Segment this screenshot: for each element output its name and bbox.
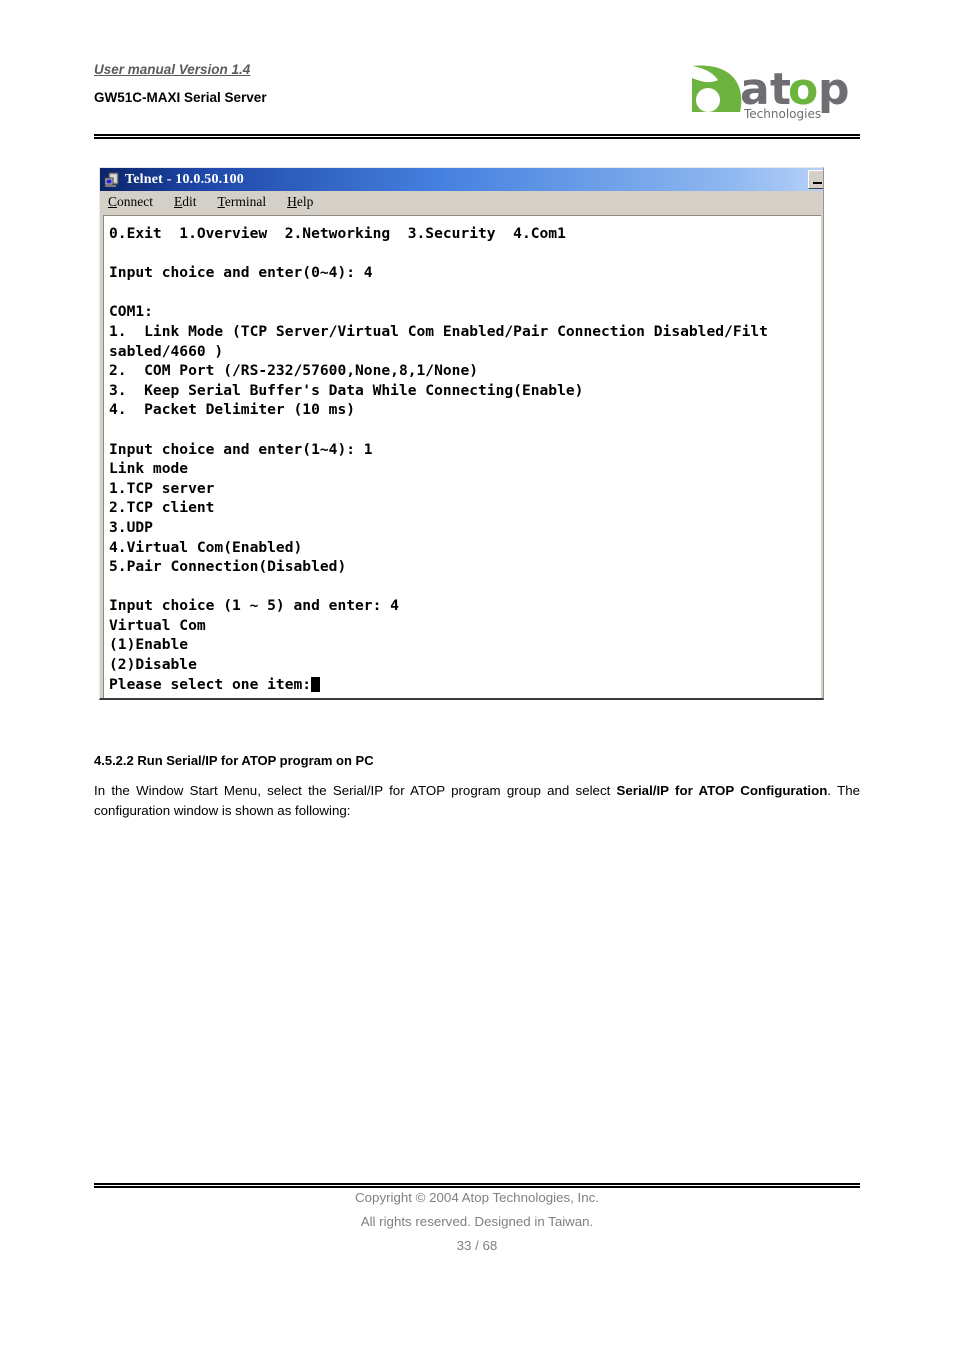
menu-accel-help: H <box>287 194 297 210</box>
terminal-line: 4. Packet Delimiter (10 ms) <box>109 401 356 419</box>
svg-text:p: p <box>818 64 850 115</box>
terminal-line: 2.TCP client <box>109 499 215 517</box>
page-footer: Copyright © 2004 Atop Technologies, Inc.… <box>94 1190 860 1253</box>
section-heading: 4.5.2.2 Run Serial/IP for ATOP program o… <box>94 753 374 768</box>
menu-label-connect: onnect <box>117 194 154 210</box>
terminal-line: COM1: <box>109 303 153 321</box>
terminal-line: 0.Exit 1.Overview 2.Networking 3.Securit… <box>109 225 566 242</box>
page-header: User manual Version 1.4 GW51C-MAXI Seria… <box>94 62 860 134</box>
text-cursor <box>311 676 321 692</box>
terminal-line: Input choice (1 ~ 5) and enter: 4 <box>109 597 399 615</box>
terminal-prompt-text: Please select one item: <box>109 675 312 693</box>
terminal-line: sabled/4660 ) <box>109 342 224 360</box>
terminal-line: 1.TCP server <box>109 479 215 497</box>
terminal-line: (1)Enable <box>109 636 189 654</box>
terminal-prompt-line: Please select one item: <box>109 675 821 695</box>
terminal-line: 4.Virtual Com(Enabled) <box>109 538 303 556</box>
document-page: User manual Version 1.4 GW51C-MAXI Seria… <box>0 0 954 1351</box>
terminal-line: Virtual Com <box>109 616 206 634</box>
terminal-line: 3.UDP <box>109 518 153 536</box>
telnet-title-text: Telnet - 10.0.50.100 <box>125 171 244 187</box>
window-controls[interactable] <box>808 170 823 189</box>
menu-item-help[interactable]: Help <box>287 195 313 209</box>
menu-item-edit[interactable]: Edit <box>174 195 197 209</box>
product-title: GW51C-MAXI Serial Server <box>94 90 267 105</box>
manual-version: User manual Version 1.4 <box>94 62 251 77</box>
terminal-outer: 0.Exit 1.Overview 2.Networking 3.Securit… <box>100 213 823 698</box>
telnet-menubar[interactable]: Connect Edit Terminal Help <box>100 191 823 213</box>
minimize-icon <box>813 182 822 184</box>
header-divider <box>94 134 860 139</box>
terminal-line: 1. Link Mode (TCP Server/Virtual Com Ena… <box>109 322 768 340</box>
terminal-line: Link mode <box>109 460 189 478</box>
terminal-screen[interactable]: 0.Exit 1.Overview 2.Networking 3.Securit… <box>103 215 821 698</box>
header-text-block: User manual Version 1.4 GW51C-MAXI Seria… <box>94 62 267 105</box>
terminal-line: Input choice and enter(0~4): 4 <box>109 264 373 282</box>
atop-logo: a t o p Technologies <box>688 58 860 124</box>
paragraph-bold-term: Serial/IP for ATOP Configuration <box>616 783 828 798</box>
menu-item-terminal[interactable]: Terminal <box>218 195 267 209</box>
terminal-line: (2)Disable <box>109 656 197 674</box>
svg-text:Technologies: Technologies <box>743 107 821 121</box>
atop-logo-svg: a t o p Technologies <box>692 64 850 121</box>
terminal-line: Input choice and enter(1~4): 1 <box>109 440 373 458</box>
terminal-line: 5.Pair Connection(Disabled) <box>109 558 347 576</box>
copyright-text: Copyright © 2004 Atop Technologies, Inc. <box>355 1190 599 1205</box>
body-paragraph: In the Window Start Menu, select the Ser… <box>94 781 860 821</box>
menu-label-terminal: erminal <box>224 194 267 210</box>
minimize-button[interactable] <box>808 170 823 189</box>
menu-label-help: elp <box>296 194 314 210</box>
menu-label-edit: dit <box>182 194 197 210</box>
telnet-window[interactable]: Telnet - 10.0.50.100 Connect Edit Termin… <box>99 167 824 700</box>
telnet-titlebar[interactable]: Telnet - 10.0.50.100 <box>100 168 823 191</box>
menu-accel-terminal: T <box>217 194 225 210</box>
page-number: 33 / 68 <box>456 1238 498 1253</box>
paragraph-part-1: In the Window Start Menu, select the Ser… <box>94 783 617 798</box>
terminal-line: 3. Keep Serial Buffer's Data While Conne… <box>109 381 584 399</box>
footer-divider <box>94 1183 860 1188</box>
menu-item-connect[interactable]: Connect <box>108 195 153 209</box>
menu-accel-connect: C <box>108 194 118 210</box>
rights-text: All rights reserved. Designed in Taiwan. <box>360 1214 594 1229</box>
computer-icon <box>104 172 120 188</box>
terminal-line: 2. COM Port (/RS-232/57600,None,8,1/None… <box>109 362 479 380</box>
